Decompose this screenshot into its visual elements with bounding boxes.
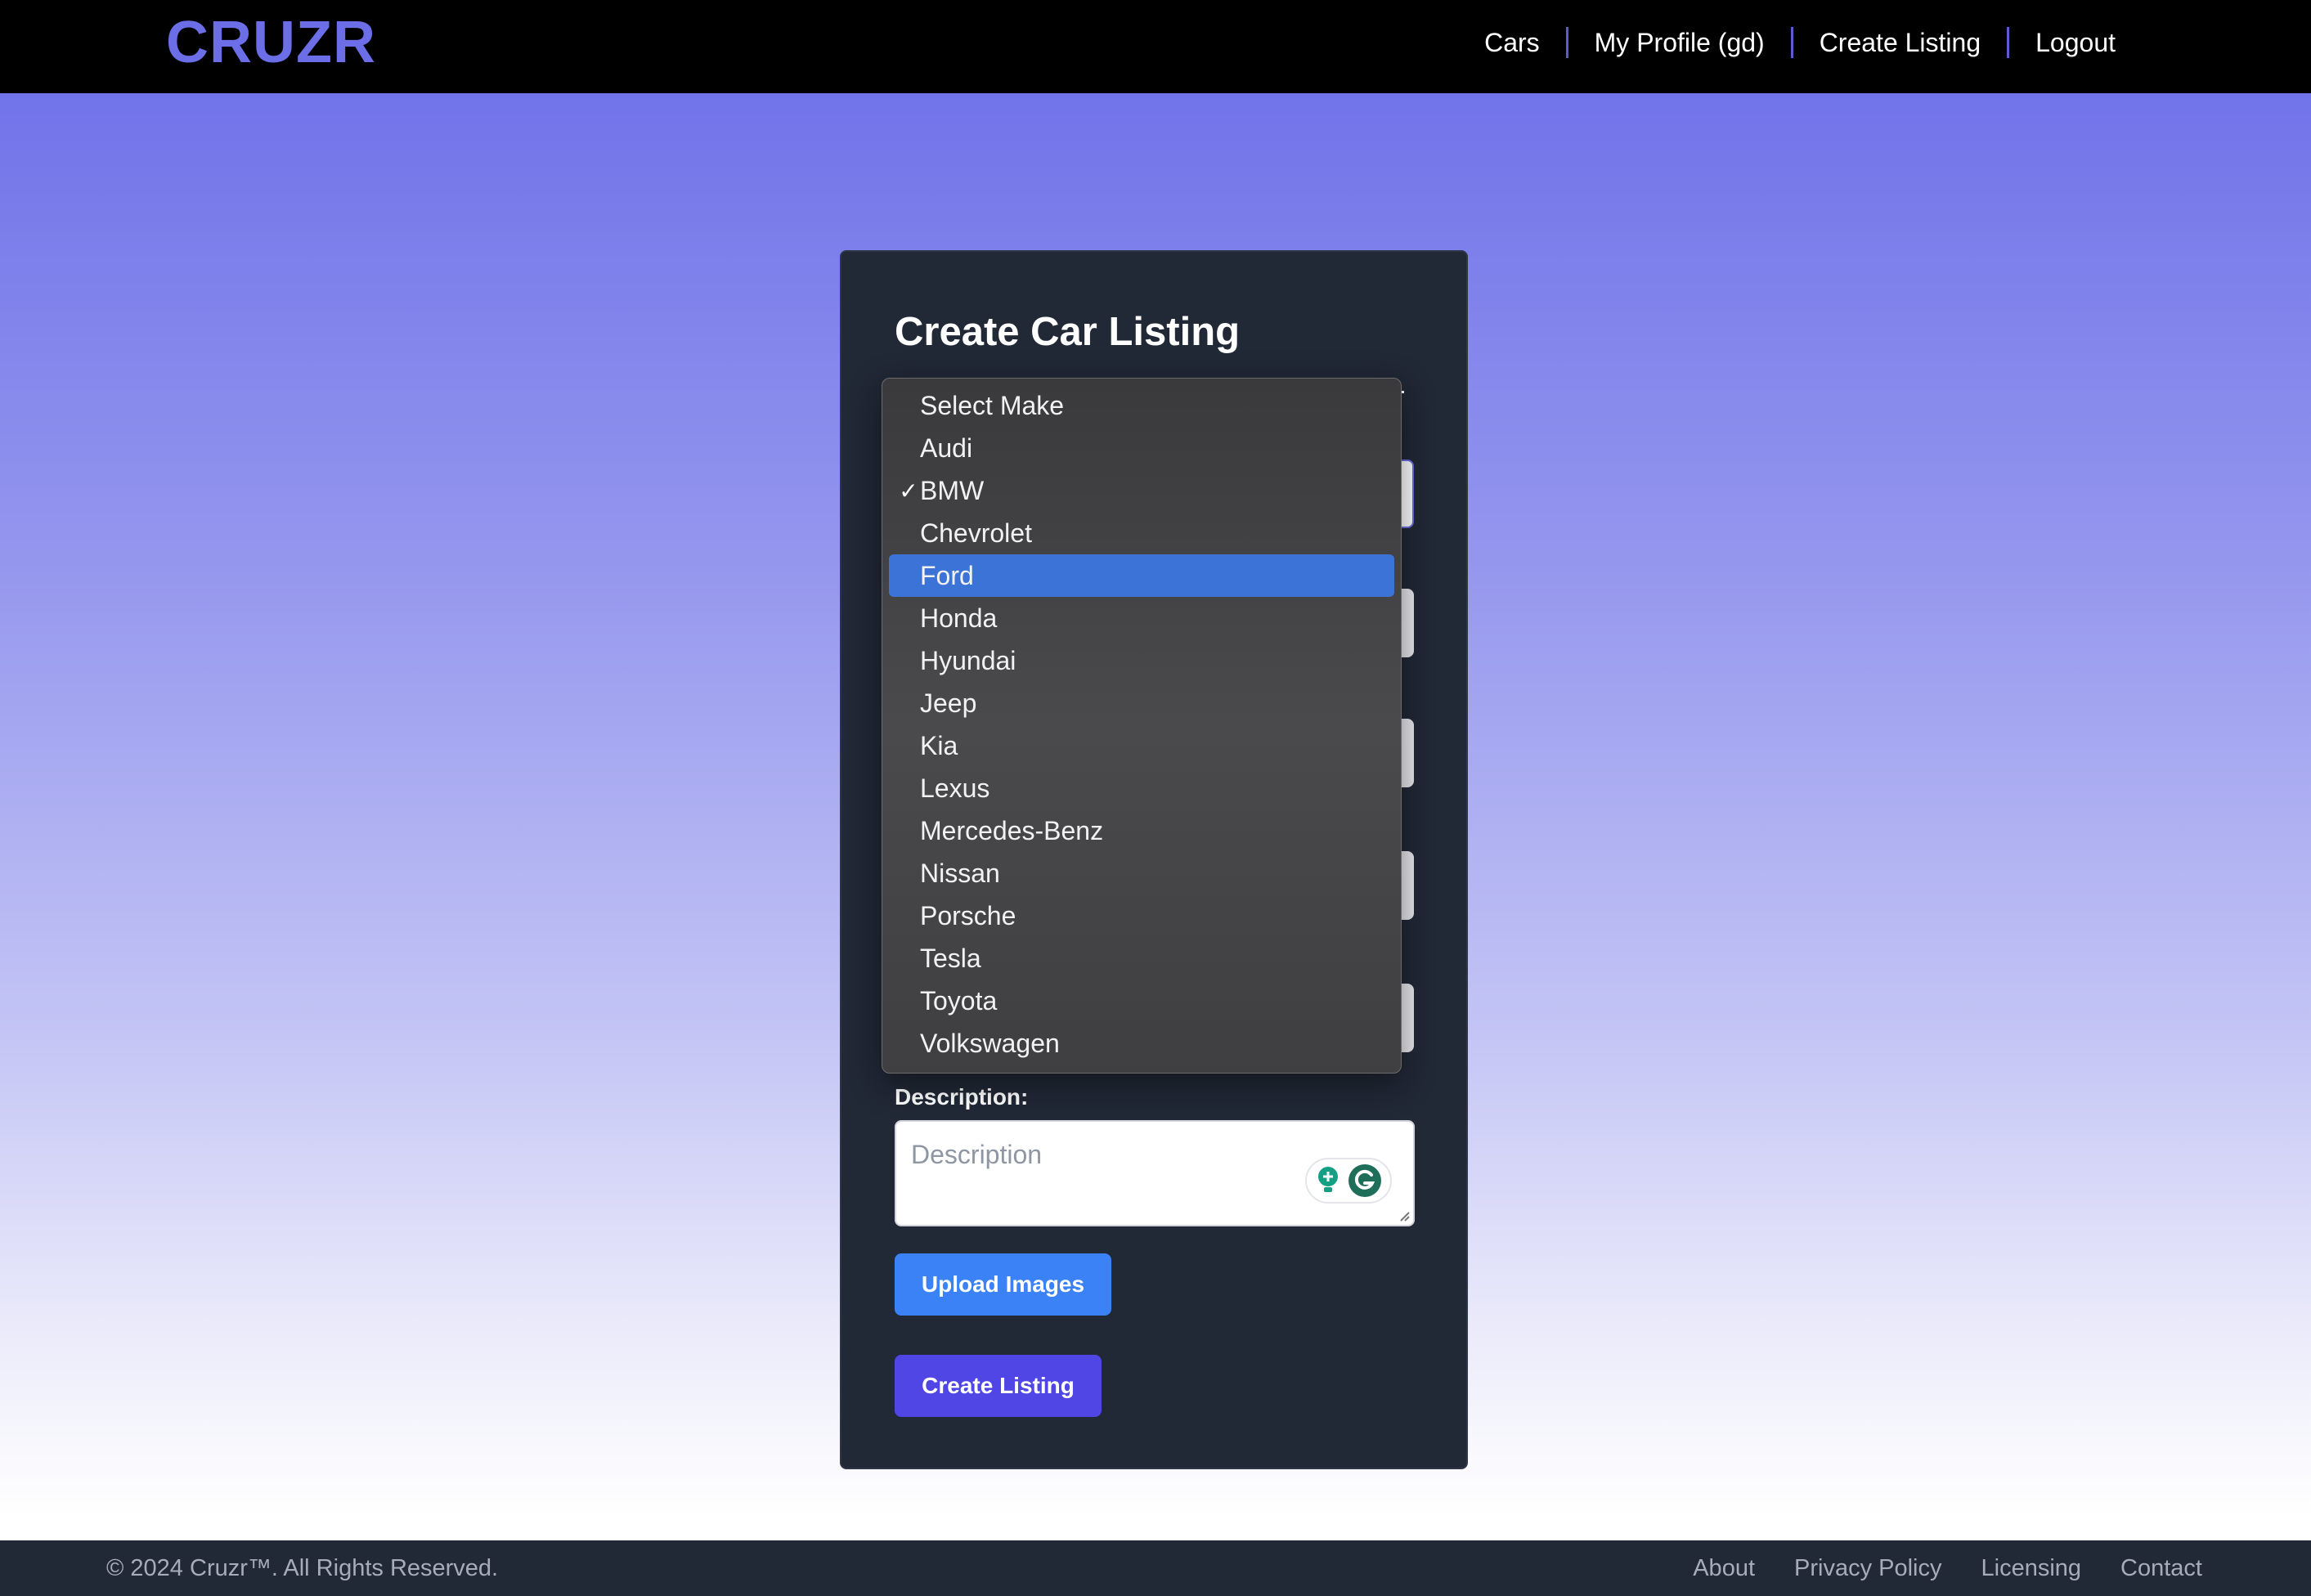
- checkmark-icon: ✓: [899, 477, 918, 504]
- lightbulb-icon[interactable]: [1314, 1165, 1342, 1196]
- brand-logo[interactable]: CRUZR: [166, 13, 376, 72]
- description-label: Description:: [895, 1084, 1029, 1110]
- make-option-tesla[interactable]: Tesla: [889, 937, 1394, 980]
- grammarly-widget[interactable]: [1305, 1158, 1392, 1204]
- make-dropdown-menu[interactable]: Select Make Audi ✓ BMW Chevrolet Ford Hon…: [882, 378, 1402, 1074]
- option-label: Toyota: [920, 985, 998, 1015]
- page-title: Create Car Listing: [895, 310, 1241, 354]
- footer-link-contact[interactable]: Contact: [2120, 1555, 2202, 1582]
- option-label: Kia: [920, 730, 958, 760]
- make-option-bmw[interactable]: ✓ BMW: [889, 469, 1394, 512]
- nav-link-my-profile[interactable]: My Profile (gd): [1568, 26, 1791, 59]
- option-label: Honda: [920, 603, 998, 633]
- make-option-select-make[interactable]: Select Make: [889, 384, 1394, 427]
- option-label: Audi: [920, 433, 973, 463]
- create-listing-button[interactable]: Create Listing: [895, 1355, 1102, 1417]
- resize-handle-icon[interactable]: [1397, 1208, 1410, 1222]
- make-option-volkswagen[interactable]: Volkswagen: [889, 1022, 1394, 1065]
- option-label: Volkswagen: [920, 1028, 1060, 1058]
- option-label: Lexus: [920, 773, 990, 803]
- copyright-text: © 2024 Cruzr™. All Rights Reserved.: [106, 1555, 499, 1581]
- main-nav: Cars My Profile (gd) Create Listing Logo…: [1458, 21, 2142, 64]
- nav-link-logout[interactable]: Logout: [2009, 26, 2142, 59]
- option-label: BMW: [920, 475, 985, 505]
- top-navbar: CRUZR Cars My Profile (gd) Create Listin…: [0, 0, 2311, 93]
- option-label: Porsche: [920, 900, 1016, 930]
- footer-links: About Privacy Policy Licensing Contact: [1654, 1555, 2202, 1582]
- make-option-chevrolet[interactable]: Chevrolet: [889, 512, 1394, 554]
- description-textarea[interactable]: Description: [895, 1120, 1415, 1226]
- footer-link-about[interactable]: About: [1693, 1555, 1755, 1582]
- make-option-honda[interactable]: Honda: [889, 597, 1394, 639]
- make-option-nissan[interactable]: Nissan: [889, 852, 1394, 894]
- description-placeholder: Description: [911, 1140, 1043, 1169]
- make-option-toyota[interactable]: Toyota: [889, 980, 1394, 1022]
- option-label: Ford: [920, 560, 974, 590]
- make-option-kia[interactable]: Kia: [889, 724, 1394, 767]
- option-label: Hyundai: [920, 645, 1016, 675]
- option-label: Tesla: [920, 943, 981, 973]
- upload-images-button[interactable]: Upload Images: [895, 1253, 1111, 1316]
- site-footer: © 2024 Cruzr™. All Rights Reserved. Abou…: [0, 1540, 2311, 1596]
- option-label: Select Make: [920, 390, 1065, 420]
- option-label: Mercedes-Benz: [920, 815, 1104, 845]
- make-option-mercedes-benz[interactable]: Mercedes-Benz: [889, 809, 1394, 852]
- footer-link-licensing[interactable]: Licensing: [1981, 1555, 2082, 1582]
- nav-link-cars[interactable]: Cars: [1458, 26, 1566, 59]
- nav-link-create-listing[interactable]: Create Listing: [1793, 26, 2007, 59]
- make-option-lexus[interactable]: Lexus: [889, 767, 1394, 809]
- grammarly-icon[interactable]: [1347, 1163, 1383, 1199]
- make-option-jeep[interactable]: Jeep: [889, 682, 1394, 724]
- option-label: Nissan: [920, 858, 1000, 888]
- make-option-porsche[interactable]: Porsche: [889, 894, 1394, 937]
- option-label: Chevrolet: [920, 518, 1032, 548]
- footer-link-privacy-policy[interactable]: Privacy Policy: [1794, 1555, 1942, 1582]
- option-label: Jeep: [920, 688, 977, 718]
- make-option-hyundai[interactable]: Hyundai: [889, 639, 1394, 682]
- make-option-audi[interactable]: Audi: [889, 427, 1394, 469]
- make-option-ford[interactable]: Ford: [889, 554, 1394, 597]
